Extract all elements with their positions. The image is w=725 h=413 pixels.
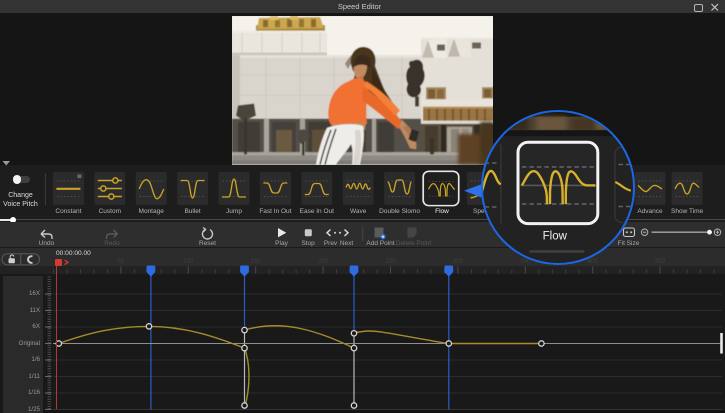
svg-text:Flow: Flow	[543, 231, 568, 243]
